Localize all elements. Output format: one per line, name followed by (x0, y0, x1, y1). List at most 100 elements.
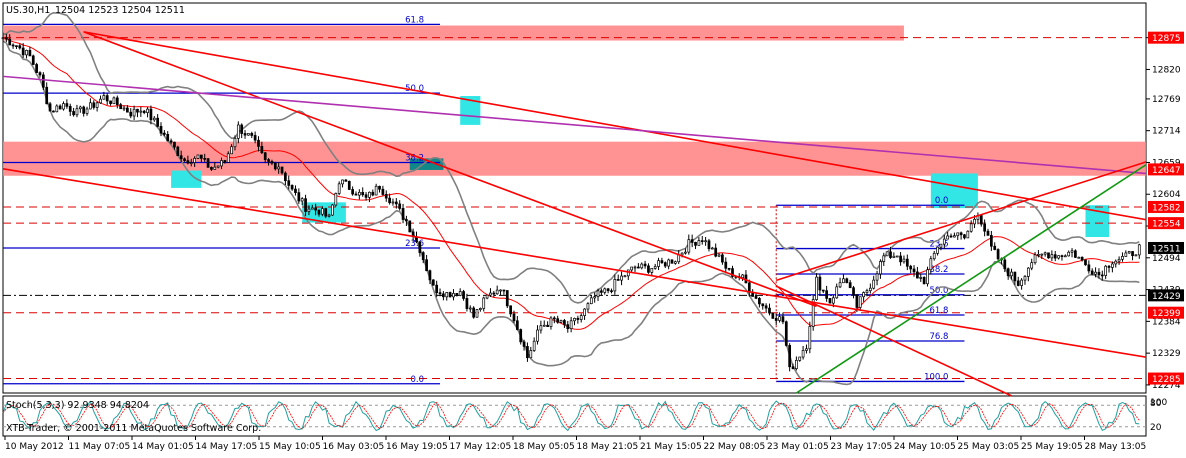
candle-bull (89, 102, 92, 110)
time-axis-label: 18 May 05:05 (513, 442, 575, 452)
time-axis-label: 23 May 17:05 (831, 442, 893, 452)
candle-bull (1114, 260, 1118, 265)
trading-chart[interactable]: 61.8 50.0 38.2 23.6 0.0 0.0 23.6 38.2 50.0 61.8 76… (0, 0, 1186, 454)
candle-bull (862, 292, 865, 298)
candle-bull (1023, 276, 1027, 281)
candle-bull (677, 254, 681, 263)
candle-bear (637, 266, 640, 269)
candle-bear (848, 282, 852, 289)
candle-bull (939, 243, 943, 248)
time-axis-label: 10 May 2012 (5, 442, 64, 452)
candle-bear (714, 247, 718, 257)
candle-bull (858, 296, 862, 308)
candle-bull (391, 201, 395, 204)
candle-bear (270, 161, 274, 164)
candle-bull (95, 102, 99, 108)
candle-bear (979, 215, 983, 225)
candle-bear (109, 100, 112, 105)
price-tick-label: 12494 (1152, 254, 1181, 264)
candle-bull (559, 320, 563, 323)
candle-bull (805, 348, 808, 351)
candle-bear (526, 346, 529, 359)
candle-bear (304, 198, 307, 212)
candle-bear (136, 108, 139, 113)
candle-bull (1057, 255, 1060, 259)
candle-bull (122, 107, 126, 110)
candle-bear (1053, 254, 1057, 259)
candle-bull (196, 154, 200, 159)
candle-bull (1124, 252, 1128, 257)
candle-bear (690, 239, 694, 243)
candle-bull (1077, 256, 1081, 259)
candle-bull (831, 297, 835, 304)
candle-bull (842, 278, 845, 284)
candle-bull (885, 251, 889, 257)
time-axis-label: 25 May 03:05 (958, 442, 1020, 452)
candle-bear (267, 159, 270, 162)
candle-bull (919, 277, 923, 279)
candle-bull (539, 325, 543, 331)
candle-bear (442, 293, 445, 298)
time-axis-label: 15 May 10:05 (259, 442, 321, 452)
candle-bear (909, 265, 913, 270)
candle-bull (630, 266, 634, 271)
candle-bear (556, 318, 560, 323)
candle-bull (946, 235, 950, 240)
candle-bear (314, 207, 318, 211)
candle-bear (297, 192, 301, 202)
candle-bear (388, 197, 391, 204)
candle-bull (710, 247, 714, 250)
candle-bear (52, 110, 55, 113)
candle-bear (889, 251, 892, 258)
candle-bear (8, 38, 12, 46)
candle-bear (408, 220, 412, 233)
candle-bull (1104, 265, 1108, 276)
candle-bear (405, 219, 408, 222)
candle-bull (653, 266, 657, 269)
candle-bear (959, 232, 963, 236)
candle-bull (633, 266, 637, 269)
candle-bull (579, 315, 583, 320)
candle-bull (1026, 267, 1030, 277)
candle-bear (28, 49, 32, 57)
candle-bear (855, 294, 859, 308)
resistance-zone-top (3, 25, 904, 41)
chart-canvas[interactable]: 61.850.038.223.60.00.023.638.250.061.876… (0, 0, 1186, 454)
candle-bull (368, 191, 371, 198)
candle-bear (31, 55, 35, 65)
candle-bull (613, 279, 617, 292)
candle-bear (126, 107, 129, 113)
candle-bear (5, 37, 8, 40)
candle-bull (932, 252, 936, 260)
candle-bull (895, 255, 899, 258)
fib-right-label: 61.8 (930, 306, 949, 316)
candle-bear (492, 292, 496, 295)
candle-bear (724, 261, 728, 269)
time-axis-label: 17 May 12:05 (450, 442, 512, 452)
candle-bear (1097, 271, 1101, 276)
candle-bear (660, 260, 664, 264)
candle-bear (82, 106, 86, 114)
candle-bull (882, 255, 886, 262)
candle-bear (65, 103, 69, 107)
candle-bear (290, 185, 294, 190)
candle-bear (1013, 271, 1017, 282)
candle-bull (569, 320, 573, 330)
candle-bull (495, 289, 499, 295)
candle-bear (156, 117, 159, 127)
candle-bear (522, 341, 526, 347)
candle-bull (213, 166, 217, 170)
candle-bear (169, 140, 173, 143)
candle-bear (253, 135, 257, 141)
candle-bull (1, 37, 5, 40)
time-axis-label: 24 May 10:05 (894, 442, 956, 452)
candle-bull (132, 108, 136, 117)
candle-bear (344, 179, 348, 182)
candle-bull (892, 255, 896, 258)
candle-bear (754, 296, 758, 299)
candle-bull (586, 303, 590, 310)
candle-bull (868, 287, 872, 292)
candle-bull (307, 208, 311, 212)
candle-bear (771, 312, 775, 319)
candle-bear (1100, 274, 1104, 277)
